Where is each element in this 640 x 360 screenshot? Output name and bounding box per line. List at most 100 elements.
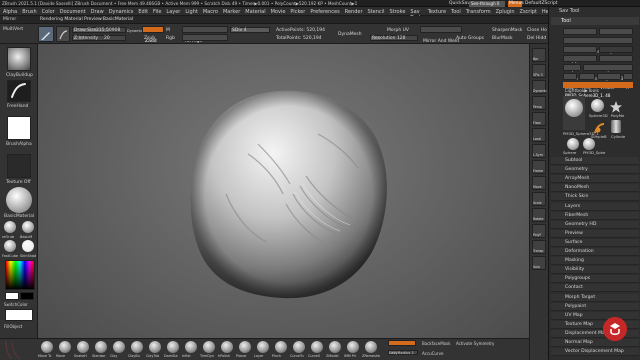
tool-thumb-pm3d-sphere[interactable]: [583, 138, 595, 150]
del-hidden-button[interactable]: Del Hidd: [527, 36, 546, 42]
tool-thumb-sphere[interactable]: [567, 138, 579, 150]
matcap-3[interactable]: [4, 240, 16, 252]
tool-thumb-sphere3d[interactable]: [591, 99, 604, 112]
import-button[interactable]: Import: [563, 55, 597, 73]
right-shelf-button[interactable]: L.Sym: [532, 144, 546, 158]
subpalette-item[interactable]: Vector Displacement Map: [551, 348, 639, 357]
load-tool-button[interactable]: Load Tool: [563, 28, 597, 46]
tool-thumb-cylinder[interactable]: [611, 120, 621, 133]
subpalette-item[interactable]: Subtool: [551, 157, 639, 165]
right-shelf-button[interactable]: Local: [532, 128, 546, 142]
secondary-color-swatch[interactable]: [20, 292, 34, 300]
brush-slot[interactable]: ZRemeshe: [362, 340, 380, 360]
close-holes-button[interactable]: Close Ho: [527, 28, 547, 34]
subpalette-item[interactable]: Geometry: [551, 166, 639, 175]
color-picker[interactable]: [5, 260, 35, 290]
subpalette-item[interactable]: FiberMesh: [551, 211, 639, 220]
subpalette-item[interactable]: Morph Target: [551, 293, 639, 302]
goz-button[interactable]: GoZ: [563, 73, 577, 91]
see-through-slider[interactable]: See-through 0: [469, 0, 505, 7]
edit-mode-button[interactable]: [38, 26, 54, 42]
subpalette-item[interactable]: Layers: [551, 202, 639, 211]
accucurve-button[interactable]: AccuCurve: [422, 351, 443, 357]
alpha-thumbnail[interactable]: [7, 116, 31, 140]
right-shelf-button[interactable]: Frame: [532, 160, 546, 174]
lazymouse-button[interactable]: LazyMouse: [388, 340, 416, 357]
stroke-thumbnail[interactable]: [7, 80, 31, 102]
brush-slot[interactable]: Standar: [92, 340, 110, 360]
current-tool-slider[interactable]: PM3D_Sphere3D_1. 48: [563, 82, 633, 98]
brush-slot[interactable]: Planar: [236, 340, 254, 360]
material-thumbnail[interactable]: [6, 187, 32, 213]
brush-slot[interactable]: Move: [56, 340, 74, 360]
fill-object-button[interactable]: FillObject: [4, 324, 22, 330]
right-shelf-button[interactable]: Bpr: [532, 48, 546, 62]
paste-tool-button[interactable]: Paste Tool: [599, 46, 633, 64]
brush-slot[interactable]: Pinch: [272, 340, 290, 360]
brush-slot[interactable]: IMM Pri: [344, 340, 362, 360]
right-shelf-button[interactable]: Solo: [532, 256, 546, 270]
matcap-2[interactable]: [22, 221, 34, 233]
right-shelf-button[interactable]: Rotate: [532, 208, 546, 222]
tool-thumb-polymesh[interactable]: [609, 99, 623, 113]
all-low-button[interactable]: All Low: [182, 34, 228, 52]
export-button[interactable]: Export: [599, 55, 633, 73]
brush-slot[interactable]: Layer: [254, 340, 272, 360]
right-shelf-button[interactable]: Persp: [532, 96, 546, 110]
copy-tool-button[interactable]: Copy Tool: [563, 46, 597, 64]
subpalette-item[interactable]: NanoMesh: [551, 184, 639, 193]
subpalette-item[interactable]: Surface: [551, 238, 639, 247]
make-polymesh-button[interactable]: Make PolyMesh3D: [583, 64, 633, 82]
tool-thumb-current[interactable]: [565, 99, 583, 117]
mirror-button[interactable]: Mirror: [3, 17, 16, 23]
blur-mask-button[interactable]: BlurMask: [492, 36, 513, 42]
right-shelf-button[interactable]: SPix 3: [532, 64, 546, 78]
subpalette-item[interactable]: Deformation: [551, 248, 639, 256]
activate-symmetry-button[interactable]: Activate Symmetry: [456, 341, 494, 347]
dynamic-button[interactable]: Dynamic: [127, 28, 142, 34]
brush-slot[interactable]: CurveTu: [290, 340, 308, 360]
all-button[interactable]: All: [579, 73, 595, 91]
tool-header[interactable]: Tool: [551, 17, 639, 25]
dynamesh-button[interactable]: DynaMesh: [338, 32, 362, 38]
brush-slot[interactable]: hPolish: [218, 340, 236, 360]
mirror-weld-button[interactable]: Mirror And Weld: [420, 26, 462, 44]
matcap-4[interactable]: [22, 240, 34, 252]
brush-slot[interactable]: ClayBu: [128, 340, 146, 360]
m-button[interactable]: M: [166, 28, 170, 34]
texture-thumbnail[interactable]: [7, 154, 31, 178]
subpalette-item[interactable]: Polygroups: [551, 275, 639, 284]
zadd-button[interactable]: Zadd: [142, 26, 164, 44]
switch-color-button[interactable]: SwitchColor: [4, 302, 28, 308]
right-shelf-button[interactable]: Floor: [532, 112, 546, 126]
brush-slot[interactable]: ClayTub: [146, 340, 164, 360]
main-color-swatch[interactable]: [5, 292, 19, 300]
subpalette-item[interactable]: Masking: [551, 257, 639, 266]
right-shelf-button[interactable]: Scale: [532, 192, 546, 206]
brush-slot[interactable]: DamSta: [164, 340, 182, 360]
brush-slot[interactable]: CurveS: [308, 340, 326, 360]
clone-button[interactable]: Clone: [563, 64, 581, 82]
subpalette-item[interactable]: Thick Skin: [551, 193, 639, 202]
subpalette-item[interactable]: Geometry HD: [551, 220, 639, 229]
brush-slot[interactable]: Clay: [110, 340, 128, 360]
subpalette-item[interactable]: Preview: [551, 229, 639, 238]
menus-toggle[interactable]: Menus: [508, 0, 524, 7]
right-shelf-button[interactable]: Transp: [532, 240, 546, 254]
sharpen-mask-button[interactable]: SharpenMask: [492, 28, 522, 34]
visible-button[interactable]: Visible: [597, 73, 621, 91]
brush-slot[interactable]: ZModel: [326, 340, 344, 360]
subpalette-item[interactable]: Polypaint: [551, 302, 639, 311]
brush-slot[interactable]: Move Tc: [38, 340, 56, 360]
rgb-button[interactable]: Rgb: [166, 36, 175, 42]
brush-slot[interactable]: SnakeH: [74, 340, 92, 360]
lightbox-tools-button[interactable]: Lightbox▶Tools: [565, 89, 599, 95]
draw-button[interactable]: [56, 26, 70, 42]
load-from-project-button[interactable]: Load Tools From Project: [563, 37, 633, 55]
right-shelf-button[interactable]: Move: [532, 176, 546, 190]
subpalette-item[interactable]: Contact: [551, 284, 639, 293]
zsub-button[interactable]: Zsub: [144, 36, 155, 42]
backface-mask-button[interactable]: BackfaceMask: [422, 341, 451, 347]
save-as-button[interactable]: Save As: [599, 28, 633, 46]
brush-thumbnail[interactable]: [7, 47, 31, 71]
